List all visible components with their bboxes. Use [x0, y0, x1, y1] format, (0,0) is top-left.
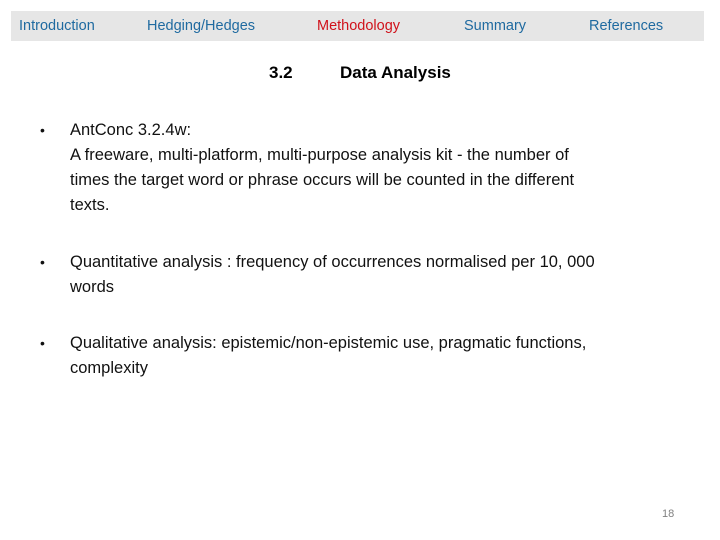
section-number: 3.2	[269, 63, 293, 82]
bullet-line: words	[70, 278, 115, 296]
bullet-marker: •	[40, 254, 45, 270]
nav-item-methodology[interactable]: Methodology	[317, 11, 400, 41]
bullet-line: times the target word or phrase occurs w…	[70, 171, 575, 189]
slide-title: 3.2 Data Analysis	[0, 63, 720, 87]
bullet-line: texts.	[70, 196, 110, 214]
bullet-text: Quantitative analysis : frequency of occ…	[70, 250, 660, 300]
bullet-line: Quantitative analysis : frequency of occ…	[70, 253, 595, 271]
bullet-marker: •	[40, 122, 45, 138]
navigation-bar: Introduction Hedging/Hedges Methodology …	[11, 11, 704, 41]
bullet-line: A freeware, multi-platform, multi-purpos…	[70, 146, 569, 164]
bullet-marker: •	[40, 335, 45, 351]
bullet-line: Qualitative analysis: epistemic/non-epis…	[70, 334, 587, 352]
nav-item-references[interactable]: References	[589, 11, 663, 41]
page-number: 18	[662, 508, 675, 520]
bullet-text: Qualitative analysis: epistemic/non-epis…	[70, 331, 660, 381]
bullet-line: AntConc 3.2.4w:	[70, 121, 192, 139]
nav-item-introduction[interactable]: Introduction	[19, 11, 95, 41]
bullet-text: AntConc 3.2.4w: A freeware, multi-platfo…	[70, 118, 660, 218]
nav-item-hedging[interactable]: Hedging/Hedges	[147, 11, 255, 41]
nav-item-summary[interactable]: Summary	[464, 11, 526, 41]
bullet-line: complexity	[70, 359, 148, 377]
section-title: Data Analysis	[340, 63, 451, 82]
